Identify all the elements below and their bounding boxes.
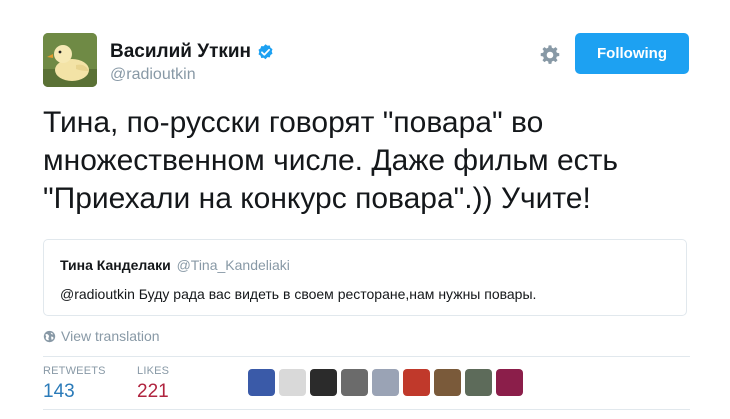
following-button[interactable]: Following	[575, 33, 689, 74]
liker-avatar-5[interactable]	[372, 369, 399, 396]
globe-icon	[43, 330, 56, 342]
gear-icon[interactable]	[539, 44, 561, 66]
liker-avatar-6[interactable]	[403, 369, 430, 396]
view-translation-link[interactable]: View translation	[43, 328, 160, 344]
tweet-line: множественном числе. Даже фильм есть	[43, 144, 619, 177]
verified-badge-icon	[258, 43, 273, 59]
divider	[43, 356, 690, 357]
author-name[interactable]: Василий Уткин	[110, 41, 251, 63]
quoted-tweet[interactable]: Тина Канделаки @Tina_Kandeliaki @radiout…	[43, 239, 687, 316]
liker-avatar-2[interactable]	[279, 369, 306, 396]
liker-avatar-1[interactable]	[248, 369, 275, 396]
retweets-label: RETWEETS	[43, 365, 106, 377]
view-translation-label: View translation	[61, 328, 160, 344]
divider	[43, 409, 690, 410]
liker-avatar-7[interactable]	[434, 369, 461, 396]
author-handle[interactable]: @radioutkin	[110, 66, 196, 84]
author-avatar[interactable]	[43, 33, 97, 87]
liker-avatar-4[interactable]	[341, 369, 368, 396]
liker-avatars	[248, 369, 523, 396]
likes-count[interactable]: 221	[137, 381, 169, 403]
duckling-avatar-icon	[43, 33, 97, 87]
quoted-tweet-text: @radioutkin Буду рада вас видеть в своем…	[60, 286, 537, 302]
tweet-text: Тина, по-русски говорят "повара" во множ…	[43, 104, 693, 218]
liker-avatar-9[interactable]	[496, 369, 523, 396]
tweet-line: Тина, по-русски говорят "повара" во	[43, 106, 544, 139]
tweet-line: "Приехали на конкурс повара".)) Учите!	[43, 182, 591, 215]
likes-label: LIKES	[137, 365, 170, 377]
quoted-author-handle: @Tina_Kandeliaki	[176, 257, 290, 273]
liker-avatar-8[interactable]	[465, 369, 492, 396]
retweets-count[interactable]: 143	[43, 381, 75, 403]
quoted-tweet-header: Тина Канделаки @Tina_Kandeliaki	[60, 257, 290, 273]
liker-avatar-3[interactable]	[310, 369, 337, 396]
quoted-author-name: Тина Канделаки	[60, 257, 171, 273]
author-name-row: Василий Уткин	[110, 41, 275, 63]
